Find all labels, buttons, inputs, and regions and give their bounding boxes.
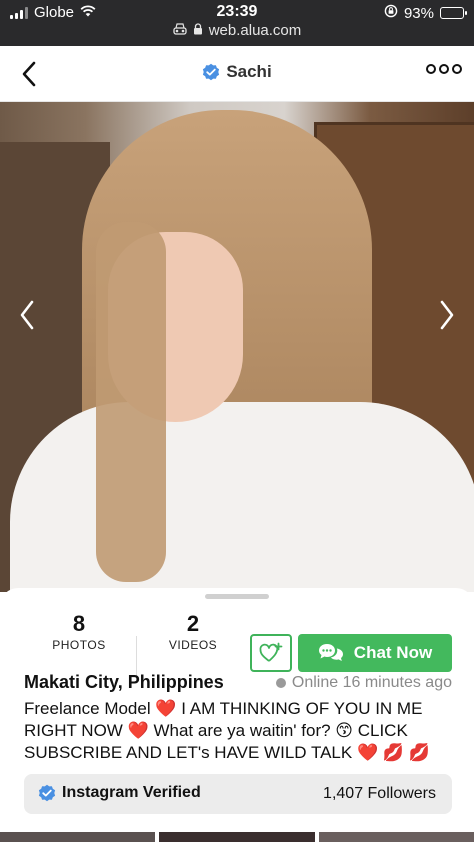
battery-percent: 93% (403, 4, 434, 22)
location-text: Makati City, Philippines (24, 672, 224, 692)
photos-count: 8 (72, 611, 86, 636)
media-stats: 8 PHOTOS 2 VIDEOS Chat Now (0, 610, 474, 680)
profile-photo[interactable] (0, 102, 474, 592)
verified-badge-icon (38, 784, 56, 802)
heart-plus-icon (259, 642, 283, 662)
url-text: web.alua.com (208, 22, 302, 39)
privacy-icon (173, 22, 187, 39)
battery-icon (440, 7, 467, 19)
instagram-verified-label: Instagram Verified (62, 784, 201, 801)
videos-label: VIDEOS (168, 638, 218, 652)
drag-handle[interactable] (205, 594, 269, 599)
profile-nav-bar: Sachi (0, 46, 474, 102)
profile-info-card: 8 PHOTOS 2 VIDEOS Chat Now Makati City, … (0, 588, 474, 842)
videos-stat[interactable]: 2 VIDEOS (138, 610, 248, 652)
verified-badge-icon (203, 63, 220, 81)
profile-title: Sachi (0, 62, 474, 82)
photos-stat[interactable]: 8 PHOTOS (24, 610, 134, 652)
profile-bio: Freelance Model ❤️ I AM THINKING OF YOU … (24, 699, 430, 762)
online-status-text: Online 16 minutes ago (291, 674, 452, 691)
photo-thumbnail[interactable] (318, 832, 474, 842)
chat-now-button[interactable]: Chat Now (298, 634, 452, 672)
more-options-button[interactable] (426, 64, 462, 74)
status-bar: Globe 23:39 web.alua.com 93% (0, 0, 474, 46)
address-bar[interactable]: web.alua.com (0, 22, 474, 39)
chevron-right-icon (440, 300, 454, 330)
online-status: Online 16 minutes ago (275, 674, 452, 692)
instagram-verified-label-group: Instagram Verified (38, 784, 201, 802)
profile-name: Sachi (226, 62, 272, 81)
followers-count: 1,407 Followers (323, 785, 436, 802)
chat-bubbles-icon (318, 644, 343, 661)
lock-icon (193, 22, 203, 39)
status-right: 93% (384, 4, 467, 22)
photo-thumbnail-strip (0, 832, 474, 842)
orientation-lock-icon (384, 4, 398, 22)
status-dot-icon (275, 678, 286, 688)
previous-photo-button[interactable] (10, 298, 44, 332)
next-photo-button[interactable] (430, 298, 464, 332)
photos-label: PHOTOS (52, 638, 106, 652)
more-dots-icon (426, 64, 436, 74)
favorite-button[interactable] (250, 634, 292, 672)
photo-thumbnail[interactable] (159, 832, 315, 842)
chevron-left-icon (20, 300, 34, 330)
chat-now-label: Chat Now (353, 643, 433, 662)
videos-count: 2 (186, 611, 200, 636)
photo-thumbnail[interactable] (0, 832, 156, 842)
instagram-verified-bar[interactable]: Instagram Verified 1,407 Followers (24, 774, 452, 814)
